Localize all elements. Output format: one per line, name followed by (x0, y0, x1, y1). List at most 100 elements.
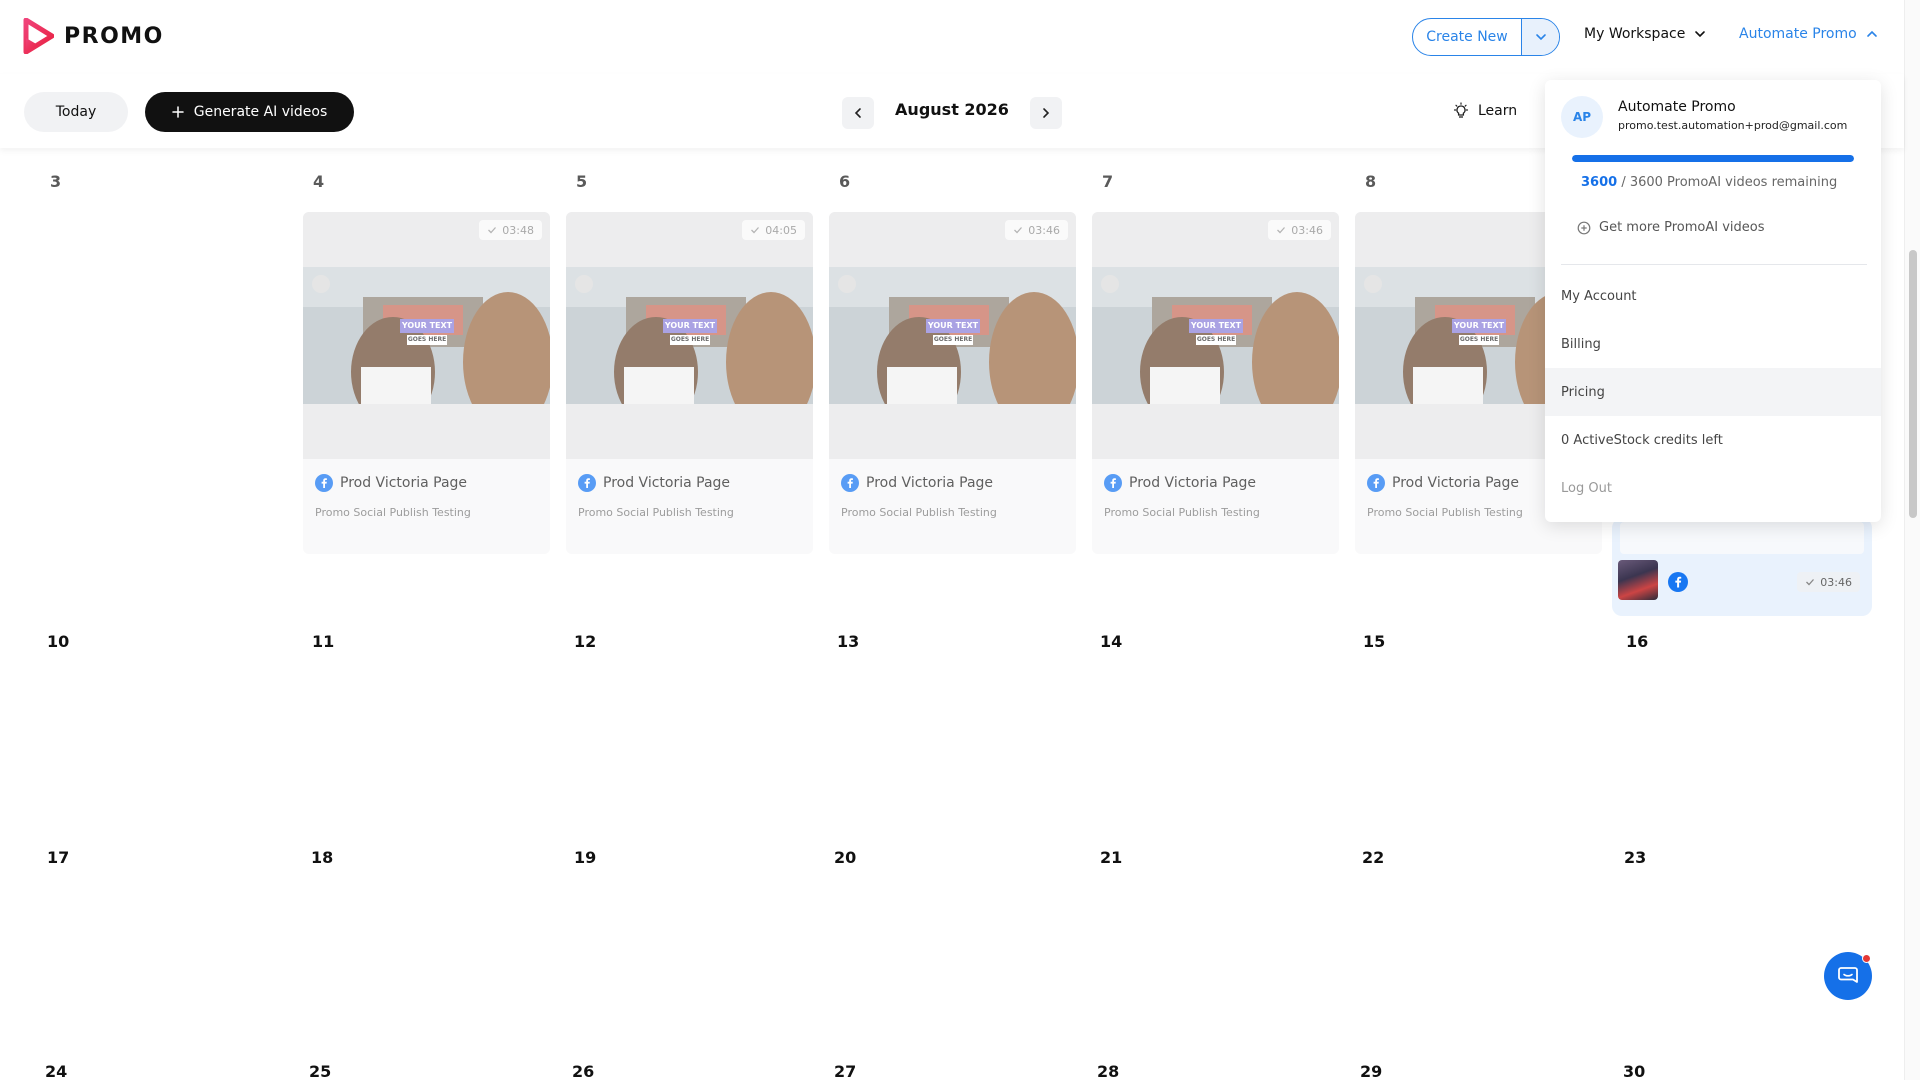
today-button[interactable]: Today (24, 92, 128, 132)
create-new-dropdown-toggle[interactable] (1521, 19, 1559, 55)
day-number: 22 (1362, 848, 1385, 867)
chevron-right-icon (1043, 108, 1050, 118)
post-page-row: Prod Victoria Page (315, 474, 540, 492)
duration-text: 03:48 (502, 223, 534, 237)
chevron-up-icon (1866, 30, 1877, 37)
text-overlay-bottom: GOES HERE (407, 335, 447, 345)
facebook-icon (578, 474, 596, 492)
menu-divider (1561, 264, 1867, 265)
get-more-videos-link[interactable]: Get more PromoAI videos (1577, 220, 1765, 235)
day-number: 8 (1365, 172, 1377, 191)
post-subtitle: Promo Social Publish Testing (315, 506, 471, 519)
videos-quota-progress-fill (1572, 155, 1854, 162)
chevron-down-icon (1535, 34, 1546, 41)
user-menu-label: Automate Promo (1739, 26, 1857, 42)
post-subtitle: Promo Social Publish Testing (578, 506, 734, 519)
post-meta: Prod Victoria Page Promo Social Publish … (841, 474, 1066, 519)
scheduled-post-card[interactable]: YOUR TEXT GOES HERE 04:05 Prod Victoria … (566, 212, 813, 554)
scheduled-post-card[interactable]: YOUR TEXT GOES HERE 03:48 Prod Victoria … (303, 212, 550, 554)
learn-button[interactable]: Learn (1452, 102, 1517, 120)
scrollbar-thumb[interactable] (1909, 250, 1917, 518)
check-icon (1014, 227, 1023, 234)
text-overlay-top: YOUR TEXT (1189, 319, 1243, 333)
post-page-name: Prod Victoria Page (340, 475, 468, 491)
videos-remaining: 3600 / 3600 PromoAI videos remaining (1581, 175, 1837, 190)
workspace-selector[interactable]: My Workspace (1584, 26, 1707, 42)
workspace-label: My Workspace (1584, 26, 1686, 42)
day-number: 7 (1102, 172, 1114, 191)
text-overlay-bottom: GOES HERE (670, 335, 710, 345)
get-more-videos-label: Get more PromoAI videos (1599, 220, 1765, 235)
menu-item-pricing[interactable]: Pricing (1545, 368, 1881, 416)
post-thumbnail: YOUR TEXT GOES HERE 03:46 (1092, 212, 1339, 459)
promo-play-logo-icon (23, 18, 54, 54)
page-scrollbar[interactable] (1904, 0, 1920, 1080)
post-thumbnail: YOUR TEXT GOES HERE 03:48 (303, 212, 550, 459)
duration-text: 04:05 (765, 223, 797, 237)
scheduled-post-card[interactable]: YOUR TEXT GOES HERE 03:46 Prod Victoria … (829, 212, 1076, 554)
post-compact-thumbnail (1618, 560, 1658, 600)
day-number: 26 (572, 1062, 595, 1080)
prev-month-button[interactable] (842, 97, 874, 129)
post-image: YOUR TEXT GOES HERE (1092, 267, 1339, 404)
top-header: PROMO Create New My Workspace Automate P… (0, 0, 1920, 74)
menu-item-log-out[interactable]: Log Out (1545, 464, 1881, 512)
text-overlay-top: YOUR TEXT (663, 319, 717, 333)
chat-icon (1838, 967, 1858, 983)
duration-badge: 03:48 (479, 220, 542, 240)
post-page-row: Prod Victoria Page (1104, 474, 1329, 492)
day-number: 3 (50, 172, 62, 191)
day-number: 21 (1100, 848, 1123, 867)
day-number: 12 (574, 632, 597, 651)
duration-badge: 03:46 (1268, 220, 1331, 240)
promo-logo[interactable]: PROMO (22, 18, 164, 54)
duration-badge: 04:05 (742, 220, 805, 240)
day-number: 10 (47, 632, 70, 651)
day-number: 25 (309, 1062, 332, 1080)
text-overlay-top: YOUR TEXT (400, 319, 454, 333)
app-root: PROMO Create New My Workspace Automate P… (0, 0, 1920, 1080)
day-number: 24 (45, 1062, 68, 1080)
day-number: 15 (1363, 632, 1386, 651)
facebook-icon (1104, 474, 1122, 492)
day-number: 5 (576, 172, 588, 191)
chevron-left-icon (854, 108, 861, 118)
scheduled-post-compact[interactable]: 03:46 (1612, 518, 1872, 616)
post-page-name: Prod Victoria Page (1392, 475, 1520, 491)
post-page-row: Prod Victoria Page (578, 474, 803, 492)
check-icon (1277, 227, 1286, 234)
scheduled-post-card[interactable]: YOUR TEXT GOES HERE 03:46 Prod Victoria … (1092, 212, 1339, 554)
generate-ai-videos-button[interactable]: Generate AI videos (145, 92, 354, 132)
post-subtitle: Promo Social Publish Testing (1104, 506, 1260, 519)
avatar: AP (1561, 96, 1603, 138)
day-number: 14 (1100, 632, 1123, 651)
post-page-name: Prod Victoria Page (1129, 475, 1257, 491)
day-number: 28 (1097, 1062, 1120, 1080)
chevron-down-icon (1695, 31, 1706, 38)
day-number: 23 (1624, 848, 1647, 867)
post-meta: Prod Victoria Page Promo Social Publish … (1104, 474, 1329, 519)
user-dropdown-menu: AP Automate Promo promo.test.automation+… (1545, 80, 1881, 522)
day-number: 4 (313, 172, 325, 191)
menu-item-billing[interactable]: Billing (1545, 320, 1881, 368)
menu-item-my-account[interactable]: My Account (1545, 272, 1881, 320)
day-number: 17 (47, 848, 70, 867)
day-number: 11 (312, 632, 335, 651)
post-thumbnail: YOUR TEXT GOES HERE 03:46 (829, 212, 1076, 459)
plus-icon (171, 106, 184, 118)
day-number: 6 (839, 172, 851, 191)
current-month-label: August 2026 (895, 100, 1009, 119)
user-menu-toggle[interactable]: Automate Promo (1739, 26, 1879, 42)
text-overlay-bottom: GOES HERE (1196, 335, 1236, 345)
create-new-split-button: Create New (1412, 18, 1560, 56)
next-month-button[interactable] (1030, 97, 1062, 129)
post-page-name: Prod Victoria Page (603, 475, 731, 491)
chat-launcher-button[interactable] (1824, 952, 1872, 1000)
duration-badge: 03:46 (1005, 220, 1068, 240)
facebook-icon (1367, 474, 1385, 492)
menu-item-activestock-credits[interactable]: 0 ActiveStock credits left (1545, 416, 1881, 464)
duration-text: 03:46 (1028, 223, 1060, 237)
lightbulb-icon (1453, 102, 1469, 118)
create-new-button[interactable]: Create New (1413, 29, 1521, 45)
day-number: 13 (837, 632, 860, 651)
